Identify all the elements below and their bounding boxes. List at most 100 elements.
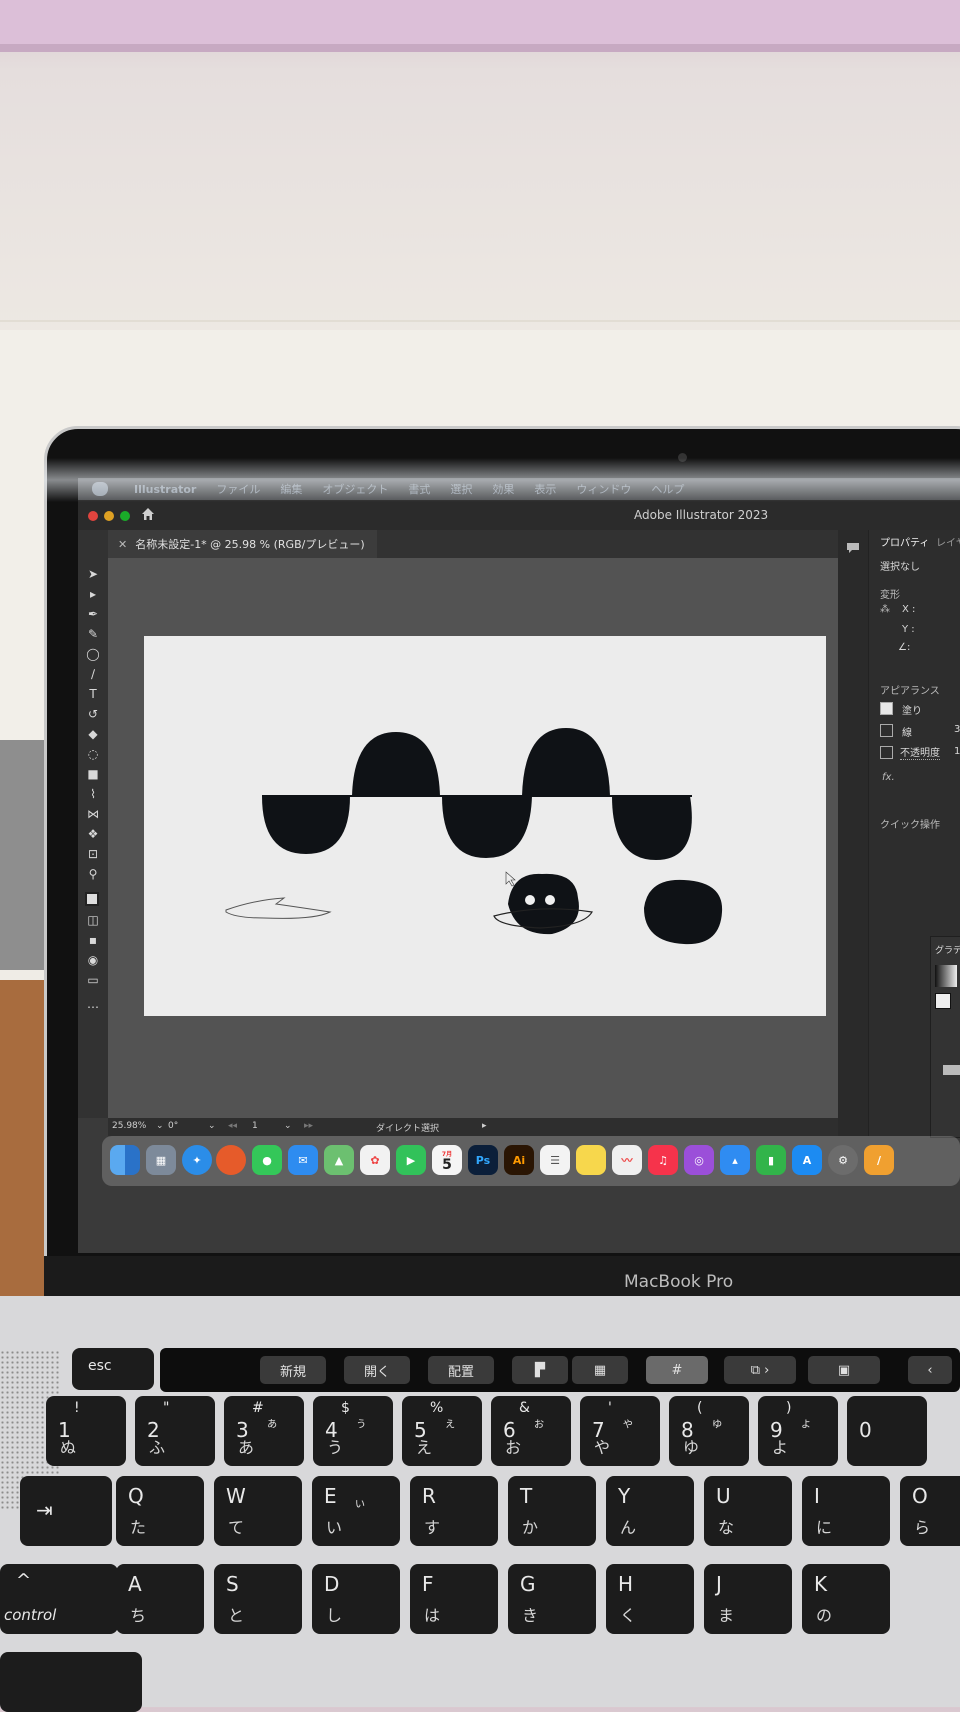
close-tab-icon[interactable]: ✕ (118, 538, 127, 551)
status-arrow-icon[interactable]: ▸ (482, 1121, 487, 1131)
tab-key[interactable]: ⇥ (20, 1476, 112, 1546)
menu-app-name[interactable]: Illustrator (134, 483, 196, 496)
illustrator-icon[interactable]: Ai (504, 1145, 534, 1175)
artboard-nav-prev-icon[interactable]: ◂◂ (228, 1121, 237, 1131)
key-6[interactable]: 6 & おぉ (491, 1396, 571, 1466)
key-5[interactable]: 5% えぇ (402, 1396, 482, 1466)
menu-window[interactable]: ウィンドウ (576, 481, 631, 497)
top-half-circle-2[interactable] (522, 728, 610, 796)
zoom-dropdown-icon[interactable]: ⌄ (156, 1121, 164, 1131)
reference-point-icon[interactable]: ⁂ (880, 604, 890, 615)
comments-icon[interactable] (846, 542, 860, 554)
selection-tool-icon[interactable]: ➤ (85, 566, 101, 582)
round-blob[interactable] (644, 879, 723, 945)
gradient-slider[interactable] (943, 1065, 960, 1075)
key-7[interactable]: 7 ' やゃ (580, 1396, 660, 1466)
home-icon[interactable] (140, 506, 156, 522)
artboard[interactable] (144, 636, 826, 1016)
keynote-icon[interactable]: ▴ (720, 1145, 750, 1175)
screen-mode-icon[interactable]: ▭ (85, 972, 101, 988)
opacity-label[interactable]: 不透明度 (900, 744, 940, 760)
safari-icon[interactable]: ✦ (182, 1145, 212, 1175)
key-3[interactable]: 3 # あぁ (224, 1396, 304, 1466)
paintbrush-tool-icon[interactable]: ∕ (85, 666, 101, 682)
key-u[interactable]: Uな (704, 1476, 792, 1546)
photos-icon[interactable]: ✿ (360, 1145, 390, 1175)
menu-select[interactable]: 選択 (450, 481, 472, 497)
opacity-value[interactable]: 1 (954, 746, 960, 757)
rotation-value[interactable]: 0° (168, 1121, 178, 1131)
facetime-icon[interactable]: ▶ (396, 1145, 426, 1175)
key-o[interactable]: Oら (900, 1476, 960, 1546)
key-9[interactable]: 9) よょ (758, 1396, 838, 1466)
menu-view[interactable]: 表示 (534, 481, 556, 497)
zoom-level[interactable]: 25.98% (112, 1121, 146, 1131)
touchbar-arrange-button[interactable]: 配置 (428, 1356, 494, 1384)
type-tool-icon[interactable]: T (85, 686, 101, 702)
key-0[interactable]: 0 (847, 1396, 927, 1466)
key-d[interactable]: Dし (312, 1564, 400, 1634)
stroke-swatch-icon[interactable]: ◫ (85, 912, 101, 928)
key-w[interactable]: Wて (214, 1476, 302, 1546)
close-window-button[interactable] (88, 511, 98, 521)
key-s[interactable]: Sと (214, 1564, 302, 1634)
messages-icon[interactable]: ● (252, 1145, 282, 1175)
fx-button[interactable]: fx. (882, 772, 895, 783)
rotate-tool-icon[interactable]: ↺ (85, 706, 101, 722)
symbol-tool-icon[interactable]: ❖ (85, 826, 101, 842)
key-a[interactable]: Aち (116, 1564, 204, 1634)
key-r[interactable]: Rす (410, 1476, 498, 1546)
curvature-tool-icon[interactable]: ✎ (85, 626, 101, 642)
mail-icon[interactable]: ✉ (288, 1145, 318, 1175)
minimize-window-button[interactable] (104, 511, 114, 521)
rotation-dropdown-icon[interactable]: ⌄ (208, 1121, 216, 1131)
numbers-icon[interactable]: ▮ (756, 1145, 786, 1175)
pencil-app-icon[interactable]: ∕ (864, 1145, 894, 1175)
finder-icon[interactable] (110, 1145, 140, 1175)
touchbar-grid-icon[interactable]: ▦ (572, 1356, 628, 1384)
bottom-half-circle-1[interactable] (262, 796, 350, 854)
music-icon[interactable]: ♫ (648, 1145, 678, 1175)
artboard-number[interactable]: 1 (252, 1121, 258, 1131)
touchbar-crop-icon[interactable]: ⧉ › (724, 1356, 796, 1384)
touchbar-ruler-icon[interactable]: ▛ (512, 1356, 568, 1384)
menu-type[interactable]: 書式 (408, 481, 430, 497)
maps-icon[interactable]: ▲ (324, 1145, 354, 1175)
fill-swatch[interactable] (85, 892, 99, 906)
pen-tool-icon[interactable]: ✒ (85, 606, 101, 622)
key-4[interactable]: 4 $ うぅ (313, 1396, 393, 1466)
menu-edit[interactable]: 編集 (280, 481, 302, 497)
bottom-half-circle-2[interactable] (442, 796, 532, 858)
ellipse-tool-icon[interactable]: ◯ (85, 646, 101, 662)
key-g[interactable]: Gき (508, 1564, 596, 1634)
menu-file[interactable]: ファイル (216, 481, 260, 497)
tab-layers[interactable]: レイヤ (936, 534, 960, 549)
control-key[interactable]: ^ control (0, 1564, 118, 1634)
more-tools-icon[interactable]: … (85, 996, 101, 1012)
key-q[interactable]: Qた (116, 1476, 204, 1546)
tab-properties[interactable]: プロパティ (880, 534, 929, 549)
eyedropper-tool-icon[interactable]: ⌇ (85, 786, 101, 802)
touchbar-collapse-icon[interactable]: ‹ (908, 1356, 952, 1384)
notes-icon[interactable] (576, 1145, 606, 1175)
menu-help[interactable]: ヘルプ (651, 481, 684, 497)
fill-swatch[interactable] (880, 702, 893, 715)
esc-key[interactable]: esc (72, 1348, 154, 1390)
key-1[interactable]: 1! ぬ (46, 1396, 126, 1466)
gradient-tool-icon[interactable]: ■ (85, 766, 101, 782)
pasteboard[interactable] (108, 558, 838, 1118)
gradient-fill-icon[interactable] (935, 993, 951, 1009)
lasso-tool-icon[interactable]: ◌ (85, 746, 101, 762)
shift-key[interactable] (0, 1652, 142, 1712)
top-half-circle-1[interactable] (352, 732, 440, 796)
scribble-shape[interactable] (225, 897, 332, 919)
zoom-tool-icon[interactable]: ⚲ (85, 866, 101, 882)
touchbar-display-icon[interactable]: ▣ (808, 1356, 880, 1384)
menu-effect[interactable]: 効果 (492, 481, 514, 497)
document-tab[interactable]: ✕ 名称未設定-1* @ 25.98 % (RGB/プレビュー) (108, 530, 377, 558)
zoom-window-button[interactable] (120, 511, 130, 521)
launchpad-icon[interactable]: ▦ (146, 1145, 176, 1175)
reminders-icon[interactable]: ☰ (540, 1145, 570, 1175)
key-k[interactable]: Kの (802, 1564, 890, 1634)
gradient-swatch[interactable] (935, 965, 957, 987)
